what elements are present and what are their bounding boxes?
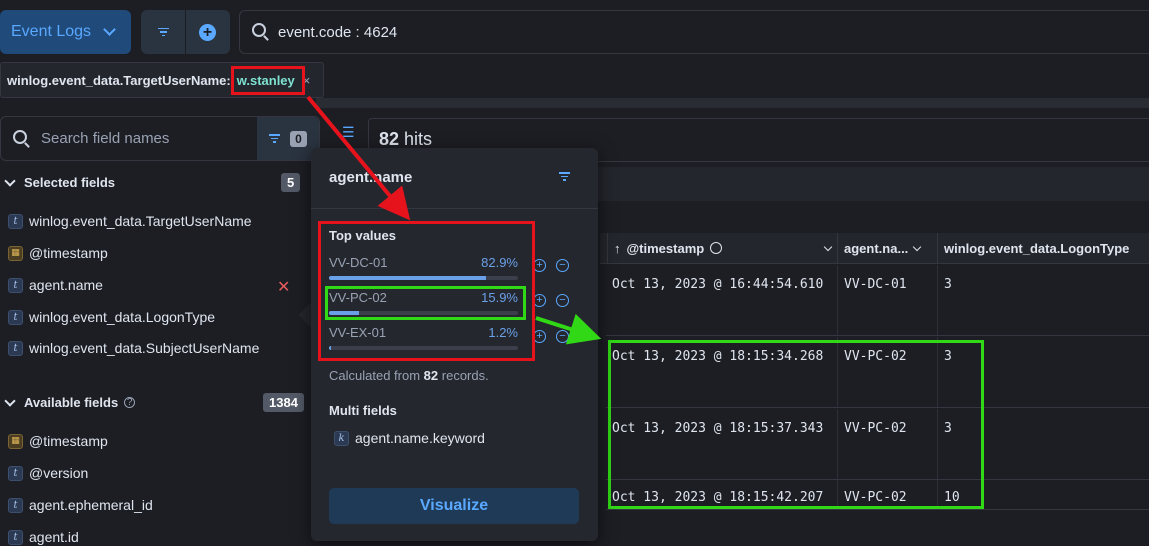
green-arrow: [535, 313, 602, 345]
red-arrow: [306, 95, 411, 221]
annotation-arrows: [306, 95, 602, 345]
